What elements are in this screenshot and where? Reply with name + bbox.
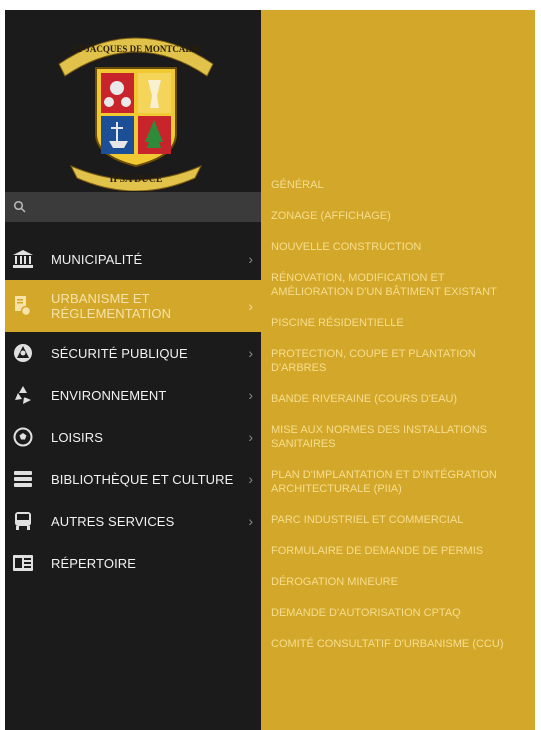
nav-label: MUNICIPALITÉ (51, 251, 143, 267)
nav-label: RÉPERTOIRE (51, 555, 137, 571)
nav-label: BIBLIOTHÈQUE ET CULTURE (51, 471, 234, 487)
submenu-item-piia[interactable]: PLAN D'IMPLANTATION ET D'INTÉGRATION ARC… (261, 468, 535, 496)
chevron-right-icon: › (248, 513, 253, 529)
chevron-right-icon: › (248, 471, 253, 487)
nav-item-municipalite[interactable]: MUNICIPALITÉ › (5, 238, 261, 280)
nav-item-environnement[interactable]: ENVIRONNEMENT › (5, 374, 261, 416)
submenu-item-renovation[interactable]: RÉNOVATION, MODIFICATION ET AMÉLIORATION… (261, 271, 535, 299)
banner-bottom-text: IPSA DUCE (109, 174, 162, 185)
nav-item-urbanisme[interactable]: URBANISME ET RÉGLEMENTATION › (5, 280, 261, 332)
app-frame: ST-JACQUES DE MONTCALM IPSA DUCE MUNICIP… (5, 10, 535, 730)
chevron-right-icon: › (248, 429, 253, 445)
nav-item-bibliotheque-culture[interactable]: BIBLIOTHÈQUE ET CULTURE › (5, 458, 261, 500)
books-icon (13, 469, 33, 489)
nav-item-loisirs[interactable]: LOISIRS › (5, 416, 261, 458)
submenu-item-protection-arbres[interactable]: PROTECTION, COUPE ET PLANTATION D'ARBRES (261, 347, 535, 375)
search-bar[interactable] (5, 192, 261, 222)
municipal-crest-logo[interactable]: ST-JACQUES DE MONTCALM IPSA DUCE (51, 16, 221, 191)
nav-item-autres-services[interactable]: AUTRES SERVICES › (5, 500, 261, 542)
submenu-item-zonage[interactable]: ZONAGE (AFFICHAGE) (261, 209, 535, 223)
bank-icon (13, 249, 33, 269)
directory-icon (13, 553, 33, 573)
nav-label: URBANISME ET RÉGLEMENTATION (51, 291, 172, 321)
nav-label: AUTRES SERVICES (51, 513, 175, 529)
document-settings-icon (13, 296, 33, 316)
chevron-right-icon: › (248, 345, 253, 361)
bus-icon (13, 511, 33, 531)
nav-label: LOISIRS (51, 429, 103, 445)
sidebar: ST-JACQUES DE MONTCALM IPSA DUCE MUNICIP… (5, 10, 261, 730)
chevron-right-icon: › (248, 387, 253, 403)
nav-label: SÉCURITÉ PUBLIQUE (51, 345, 188, 361)
nav-label: ENVIRONNEMENT (51, 387, 167, 403)
submenu-panel: GÉNÉRAL ZONAGE (AFFICHAGE) NOUVELLE CONS… (261, 10, 535, 730)
recycle-icon (13, 385, 33, 405)
submenu-item-piscine[interactable]: PISCINE RÉSIDENTIELLE (261, 316, 535, 330)
submenu-item-formulaire-permis[interactable]: FORMULAIRE DE DEMANDE DE PERMIS (261, 544, 535, 558)
submenu-item-derogation-mineure[interactable]: DÉROGATION MINEURE (261, 575, 535, 589)
submenu-item-nouvelle-construction[interactable]: NOUVELLE CONSTRUCTION (261, 240, 535, 254)
search-icon[interactable] (13, 200, 27, 214)
submenu-item-cptaq[interactable]: DEMANDE D'AUTORISATION CPTAQ (261, 606, 535, 620)
banner-top-text: ST-JACQUES DE MONTCALM (72, 44, 200, 54)
soccer-ball-icon (13, 427, 33, 447)
emergency-icon (13, 343, 33, 363)
nav-item-repertoire[interactable]: RÉPERTOIRE (5, 542, 261, 584)
nav-item-securite-publique[interactable]: SÉCURITÉ PUBLIQUE › (5, 332, 261, 374)
chevron-right-icon: › (248, 298, 253, 314)
chevron-right-icon: › (248, 251, 253, 267)
main-nav: MUNICIPALITÉ › URBANISME ET RÉGLEMENTATI… (5, 238, 261, 584)
submenu-item-general[interactable]: GÉNÉRAL (261, 178, 535, 192)
submenu-item-bande-riveraine[interactable]: BANDE RIVERAINE (COURS D'EAU) (261, 392, 535, 406)
submenu-list: GÉNÉRAL ZONAGE (AFFICHAGE) NOUVELLE CONS… (261, 178, 535, 651)
submenu-item-installations-sanitaires[interactable]: MISE AUX NORMES DES INSTALLATIONS SANITA… (261, 423, 535, 451)
submenu-item-parc-industriel[interactable]: PARC INDUSTRIEL ET COMMERCIAL (261, 513, 535, 527)
submenu-item-ccu[interactable]: COMITÉ CONSULTATIF D'URBANISME (CCU) (261, 637, 535, 651)
